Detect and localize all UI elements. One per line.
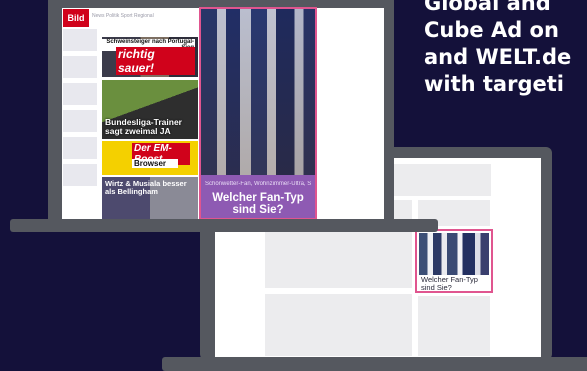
laptop-front-base xyxy=(10,219,438,232)
side-tile[interactable] xyxy=(63,137,97,159)
side-tile[interactable] xyxy=(63,164,97,186)
cube-ad-caption: Welcher Fan-Typ sind Sie? xyxy=(421,275,478,292)
news-tile-1[interactable]: Schweinsteiger nach Portugal-Sieg richti… xyxy=(102,37,198,77)
headline-line-4: with targeti xyxy=(424,72,564,96)
side-tile[interactable] xyxy=(63,56,97,78)
side-tile[interactable] xyxy=(63,83,97,105)
news-tile-2[interactable]: Bundesliga-Trainer sagt zweimal JA xyxy=(102,80,198,139)
cube-ad-photo xyxy=(419,233,489,275)
news-tile-2-headline: Bundesliga-Trainer sagt zweimal JA xyxy=(105,117,182,136)
headline-line-1: Global and xyxy=(424,0,551,15)
placeholder-bottom-right xyxy=(418,296,490,356)
site-logo[interactable]: Bild xyxy=(63,9,89,27)
headline-line-3: and WELT.de xyxy=(424,45,572,69)
side-tile[interactable] xyxy=(63,110,97,132)
ad-tagline: Schönwetter-Fan, Wohnzimmer-Ultra, Selfi… xyxy=(205,181,311,187)
ad-title: Welcher Fan-Typ sind Sie? xyxy=(212,192,304,216)
news-tile-3[interactable]: Der EM-Boost Browser xyxy=(102,141,198,175)
placeholder-bottom-left xyxy=(265,294,412,356)
side-tile[interactable] xyxy=(63,29,97,51)
laptop-back-base xyxy=(162,357,587,371)
promo-headline: Global and Cube Ad on and WELT.de with t… xyxy=(424,0,587,98)
ad-photo xyxy=(201,9,315,175)
side-column xyxy=(63,29,97,191)
news-tile-1-headline: richtig sauer! xyxy=(116,47,195,75)
news-tile-4[interactable]: Wirtz & Musiala besser als Bellingham xyxy=(102,177,198,219)
site-nav[interactable]: News Politik Sport Regional xyxy=(92,13,192,21)
cube-ad-preview[interactable]: Welcher Fan-Typ sind Sie? xyxy=(415,229,493,293)
news-tile-3-sub: Browser xyxy=(132,159,178,168)
ad-banner[interactable]: Schönwetter-Fan, Wohnzimmer-Ultra, Selfi… xyxy=(199,7,317,220)
headline-line-2: Cube Ad on xyxy=(424,18,559,42)
news-tile-4-headline: Wirtz & Musiala besser als Bellingham xyxy=(105,179,187,196)
